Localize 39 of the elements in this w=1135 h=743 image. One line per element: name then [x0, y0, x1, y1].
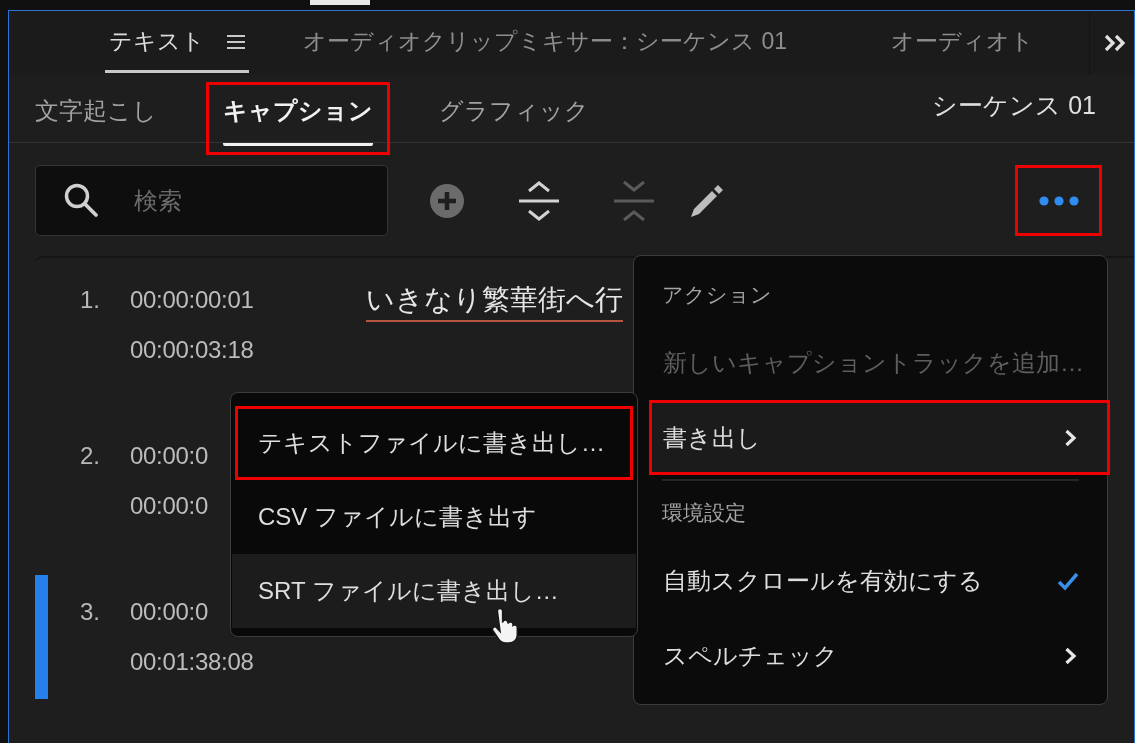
sequence-label: シーケンス 01	[932, 90, 1096, 121]
double-chevron-icon[interactable]	[1104, 34, 1126, 52]
caption-tab[interactable]: キャプション	[206, 82, 390, 155]
caption-number: 3.	[80, 597, 101, 627]
start-timecode: 00:00:00:01	[130, 285, 254, 315]
search-field[interactable]: 検索	[35, 165, 388, 236]
panel-tab[interactable]: オーディオクリップミキサー：シーケンス 01	[299, 13, 837, 73]
menu-item[interactable]: スペルチェック	[649, 618, 1110, 693]
end-timecode: 00:00:03:18	[130, 335, 254, 365]
checkmark-icon	[1057, 570, 1079, 591]
chevron-right-icon	[1064, 646, 1077, 665]
caption-number: 2.	[80, 441, 101, 471]
chevron-right-icon	[1064, 428, 1077, 447]
caption-row[interactable]: 1. 00:00:00:01 00:00:03:18 いきなり繁華街へ行	[35, 263, 623, 387]
menu-item[interactable]: テキストファイルに書き出し…	[235, 406, 633, 480]
end-timecode: 00:00:0	[130, 491, 208, 521]
start-timecode: 00:00:0	[130, 597, 208, 627]
indicator-bar	[310, 0, 370, 5]
start-timecode: 00:00:0	[130, 441, 208, 471]
menu-item[interactable]: 自動スクロールを有効にする	[649, 543, 1110, 618]
menu-section-label: 環境設定	[661, 500, 747, 526]
more-dots-icon	[1038, 195, 1079, 206]
plus-circle-icon[interactable]	[429, 182, 465, 219]
menu-section-label: アクション	[661, 282, 773, 308]
chevrons-apart-icon[interactable]	[517, 178, 561, 223]
caption-tab[interactable]: グラフィック	[422, 82, 606, 155]
menu-item[interactable]: 書き出し	[649, 400, 1110, 475]
search-icon	[63, 182, 99, 218]
panel-tab[interactable]: テキスト	[105, 13, 249, 73]
more-button[interactable]	[1015, 165, 1102, 236]
caption-text[interactable]: いきなり繁華街へ行	[365, 280, 623, 322]
caption-tab[interactable]: 文字起こし	[18, 82, 174, 155]
menu-item[interactable]: CSV ファイルに書き出す	[235, 480, 633, 554]
end-timecode: 00:01:38:08	[130, 647, 254, 677]
hamburger-menu-icon[interactable]	[227, 33, 245, 50]
caption-row[interactable]: 2. 00:00:0 00:00:0	[35, 419, 208, 543]
caption-number: 1.	[80, 285, 101, 315]
panel-tab[interactable]: オーディオト	[887, 13, 1084, 73]
menu-item[interactable]: SRT ファイルに書き出し…	[232, 554, 636, 628]
